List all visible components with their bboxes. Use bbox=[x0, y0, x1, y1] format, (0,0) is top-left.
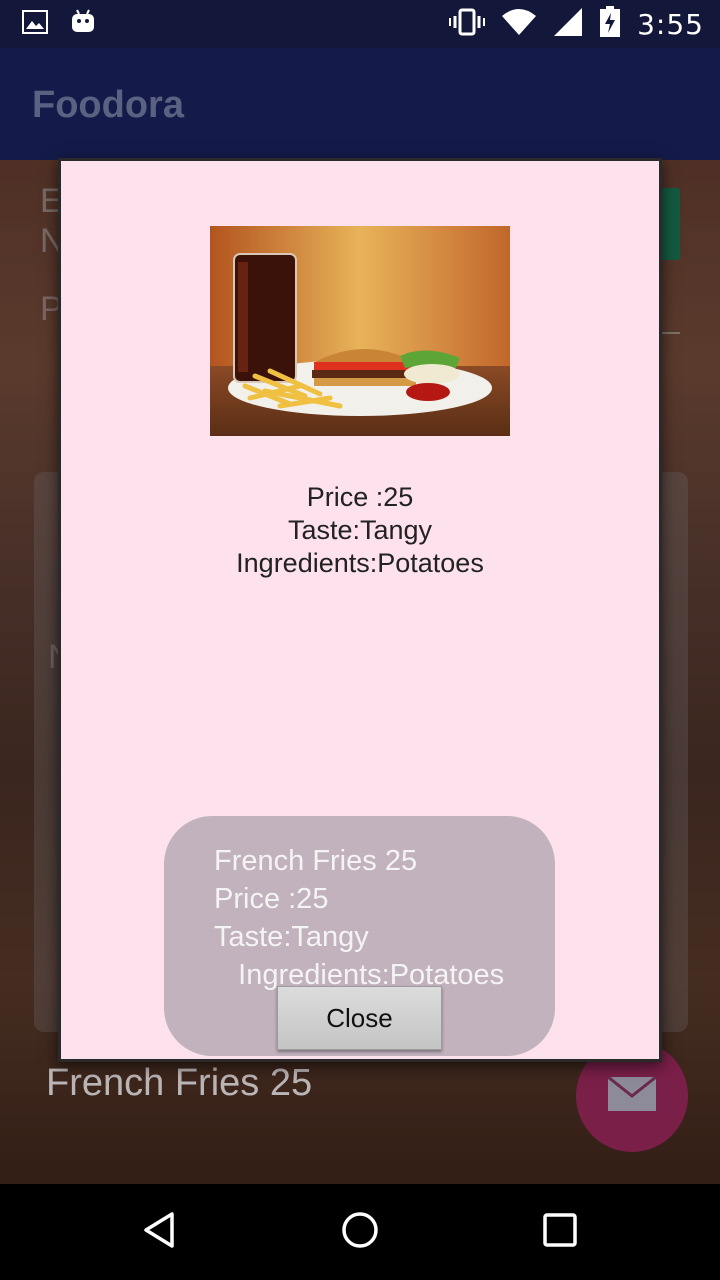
clock: 3:55 bbox=[637, 8, 704, 41]
toast-line: Price :25 bbox=[214, 883, 329, 915]
navigation-bar bbox=[0, 1184, 720, 1280]
recents-button[interactable] bbox=[536, 1208, 584, 1256]
vibrate-icon bbox=[449, 8, 486, 41]
wifi-icon bbox=[501, 8, 537, 41]
taste-text: Taste:Tangy bbox=[287, 515, 433, 545]
back-button[interactable] bbox=[136, 1208, 184, 1256]
app-title: Foodora bbox=[32, 84, 184, 126]
food-details: Price :25 Taste:Tangy Ingredients:Potato… bbox=[61, 481, 659, 580]
recents-icon bbox=[540, 1210, 580, 1255]
close-button[interactable]: Close bbox=[277, 986, 442, 1050]
home-button[interactable] bbox=[336, 1208, 384, 1256]
image-notification-icon bbox=[22, 10, 48, 39]
toast-line: French Fries 25 bbox=[214, 845, 418, 877]
status-bar: 3:55 bbox=[0, 0, 720, 48]
back-icon bbox=[140, 1210, 180, 1255]
food-image bbox=[210, 226, 510, 436]
list-item[interactable]: French Fries 25 bbox=[46, 1062, 312, 1105]
divider bbox=[660, 332, 680, 334]
battery-charging-icon bbox=[599, 6, 621, 43]
app-bar: Foodora bbox=[0, 48, 720, 160]
android-notification-icon bbox=[70, 8, 96, 41]
home-icon bbox=[340, 1210, 380, 1255]
partial-button bbox=[662, 188, 680, 260]
toast-line: Taste:Tangy bbox=[214, 921, 369, 953]
price-text: Price :25 bbox=[306, 482, 414, 512]
mail-icon bbox=[607, 1075, 657, 1117]
ingredients-text: Ingredients:Potatoes bbox=[236, 548, 484, 578]
cell-signal-icon bbox=[553, 7, 583, 42]
